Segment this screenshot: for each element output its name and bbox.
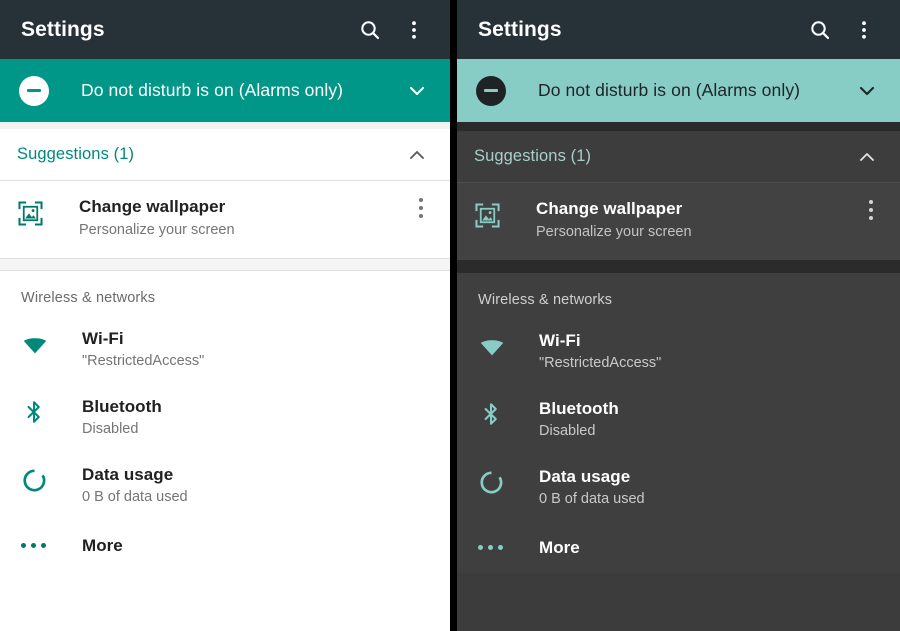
page-title: Settings — [478, 18, 798, 42]
banner-strip — [0, 122, 450, 129]
settings-row-wifi[interactable]: Wi-Fi "RestrictedAccess" — [457, 317, 900, 385]
banner-strip — [457, 122, 900, 131]
row-title: Data usage — [82, 464, 434, 486]
data-usage-icon — [21, 464, 55, 494]
row-texts: More — [82, 535, 434, 557]
row-subtitle: "RestrictedAccess" — [82, 352, 434, 371]
dnd-banner-text: Do not disturb is on (Alarms only) — [81, 80, 400, 101]
settings-row-bluetooth[interactable]: Bluetooth Disabled — [457, 385, 900, 453]
settings-list-light: Wireless & networks Wi-Fi "RestrictedAcc… — [0, 271, 450, 571]
row-texts: Bluetooth Disabled — [539, 398, 884, 441]
light-theme-panel: Settings Do not disturb is on (Alarms on… — [0, 0, 450, 631]
section-separator — [457, 260, 900, 273]
row-title: Bluetooth — [539, 398, 884, 420]
wallpaper-icon — [474, 198, 508, 229]
dnd-banner-light[interactable]: Do not disturb is on (Alarms only) — [0, 59, 450, 122]
section-header-wireless: Wireless & networks — [0, 271, 450, 315]
row-title: Wi-Fi — [82, 328, 434, 350]
settings-row-bluetooth[interactable]: Bluetooth Disabled — [0, 383, 450, 451]
suggestion-item-change-wallpaper[interactable]: Change wallpaper Personalize your screen — [0, 181, 450, 258]
settings-row-more[interactable]: More — [457, 521, 900, 573]
suggestion-item-change-wallpaper[interactable]: Change wallpaper Personalize your screen — [457, 183, 900, 260]
row-texts: Data usage 0 B of data used — [539, 466, 884, 509]
bluetooth-icon — [21, 396, 55, 425]
section-separator — [0, 258, 450, 271]
page-title: Settings — [21, 18, 348, 42]
do-not-disturb-icon — [19, 76, 49, 106]
chevron-down-icon[interactable] — [400, 74, 434, 108]
settings-list-dark: Wireless & networks Wi-Fi "RestrictedAcc… — [457, 273, 900, 573]
dnd-banner-dark[interactable]: Do not disturb is on (Alarms only) — [457, 59, 900, 122]
more-vert-icon[interactable] — [392, 8, 436, 52]
suggestion-title: Change wallpaper — [536, 198, 856, 220]
suggestion-subtitle: Personalize your screen — [79, 221, 406, 240]
dark-theme-panel: Settings Do not disturb is on (Alarms on… — [457, 0, 900, 631]
section-header-wireless: Wireless & networks — [457, 273, 900, 317]
row-title: Bluetooth — [82, 396, 434, 418]
row-subtitle: Disabled — [539, 422, 884, 441]
suggestions-header[interactable]: Suggestions (1) — [457, 131, 900, 182]
more-vert-icon[interactable] — [842, 8, 886, 52]
row-subtitle: 0 B of data used — [539, 490, 884, 509]
do-not-disturb-icon — [476, 76, 506, 106]
chevron-up-icon[interactable] — [851, 141, 883, 173]
row-texts: Bluetooth Disabled — [82, 396, 434, 439]
wifi-icon — [21, 328, 55, 359]
wifi-icon — [478, 330, 512, 361]
row-title: More — [539, 537, 884, 559]
app-bar-light: Settings — [0, 0, 450, 59]
row-subtitle: Disabled — [82, 420, 434, 439]
row-subtitle: "RestrictedAccess" — [539, 354, 884, 373]
row-texts: More — [539, 537, 884, 559]
suggestion-texts: Change wallpaper Personalize your screen — [536, 198, 856, 242]
wallpaper-icon — [17, 196, 51, 227]
suggestion-more-vert-icon[interactable] — [406, 196, 436, 218]
row-subtitle: 0 B of data used — [82, 488, 434, 507]
suggestion-more-vert-icon[interactable] — [856, 198, 886, 220]
more-horiz-icon — [478, 545, 512, 550]
suggestion-title: Change wallpaper — [79, 196, 406, 218]
data-usage-icon — [478, 466, 512, 496]
suggestions-title: Suggestions (1) — [474, 147, 851, 166]
suggestion-texts: Change wallpaper Personalize your screen — [79, 196, 406, 240]
dual-theme-comparison: Settings Do not disturb is on (Alarms on… — [0, 0, 900, 631]
panel-gutter — [450, 0, 457, 631]
search-icon[interactable] — [798, 8, 842, 52]
settings-row-data-usage[interactable]: Data usage 0 B of data used — [0, 451, 450, 519]
settings-row-data-usage[interactable]: Data usage 0 B of data used — [457, 453, 900, 521]
more-horiz-icon — [21, 543, 55, 548]
settings-row-wifi[interactable]: Wi-Fi "RestrictedAccess" — [0, 315, 450, 383]
search-icon[interactable] — [348, 8, 392, 52]
chevron-down-icon[interactable] — [850, 74, 884, 108]
row-title: More — [82, 535, 434, 557]
row-texts: Data usage 0 B of data used — [82, 464, 434, 507]
row-texts: Wi-Fi "RestrictedAccess" — [82, 328, 434, 371]
settings-row-more[interactable]: More — [0, 519, 450, 571]
suggestions-card-light: Suggestions (1) — [0, 129, 450, 258]
row-texts: Wi-Fi "RestrictedAccess" — [539, 330, 884, 373]
bluetooth-icon — [478, 398, 512, 427]
suggestion-subtitle: Personalize your screen — [536, 223, 856, 242]
app-bar-dark: Settings — [457, 0, 900, 59]
chevron-up-icon[interactable] — [401, 139, 433, 171]
suggestions-card-dark: Suggestions (1) — [457, 131, 900, 260]
row-title: Wi-Fi — [539, 330, 884, 352]
row-title: Data usage — [539, 466, 884, 488]
suggestions-title: Suggestions (1) — [17, 145, 401, 164]
suggestions-header[interactable]: Suggestions (1) — [0, 129, 450, 180]
dnd-banner-text: Do not disturb is on (Alarms only) — [538, 80, 850, 101]
